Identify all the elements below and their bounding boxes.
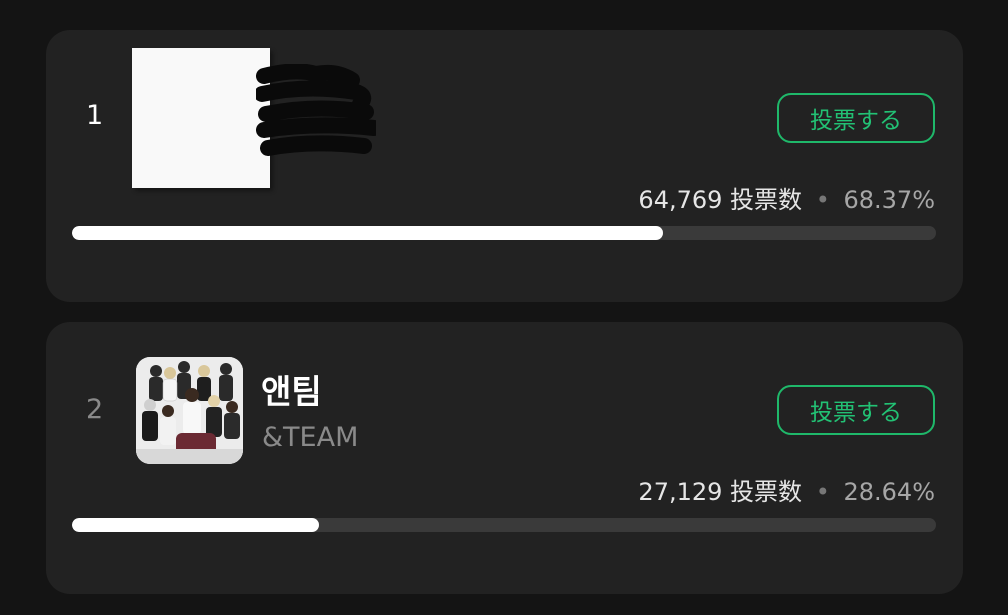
separator-dot: • — [815, 478, 830, 506]
vote-percent: 28.64% — [843, 478, 935, 506]
ranking-card-1: 1 投票する 64,769 投票数 • 68.37% — [46, 30, 963, 302]
redaction-scribble — [256, 64, 376, 156]
rank-number: 1 — [86, 100, 104, 131]
vote-progress-bar — [72, 226, 936, 240]
vote-count: 27,129 — [638, 478, 723, 506]
vote-progress-fill — [72, 518, 320, 532]
ranking-card-2: 2 앤팀 &TEAM 投票する 27,129 投票数 • 28.64% — [46, 322, 963, 594]
vote-count-label: 投票数 — [730, 186, 803, 214]
vote-progress-fill — [72, 226, 663, 240]
artist-thumbnail — [136, 357, 243, 464]
separator-dot: • — [815, 186, 830, 214]
redacted-thumbnail — [132, 48, 270, 188]
vote-button[interactable]: 投票する — [777, 93, 935, 143]
vote-stats: 27,129 投票数 • 28.64% — [638, 472, 935, 507]
vote-count: 64,769 — [638, 186, 723, 214]
group-photo-icon — [136, 357, 243, 464]
vote-count-label: 投票数 — [730, 478, 803, 506]
rank-number: 2 — [86, 394, 104, 425]
artist-subtitle: &TEAM — [262, 422, 359, 453]
artist-name: 앤팀 — [261, 372, 322, 411]
vote-button[interactable]: 投票する — [777, 385, 935, 435]
vote-stats: 64,769 投票数 • 68.37% — [638, 180, 935, 215]
vote-percent: 68.37% — [843, 186, 935, 214]
vote-progress-bar — [72, 518, 936, 532]
